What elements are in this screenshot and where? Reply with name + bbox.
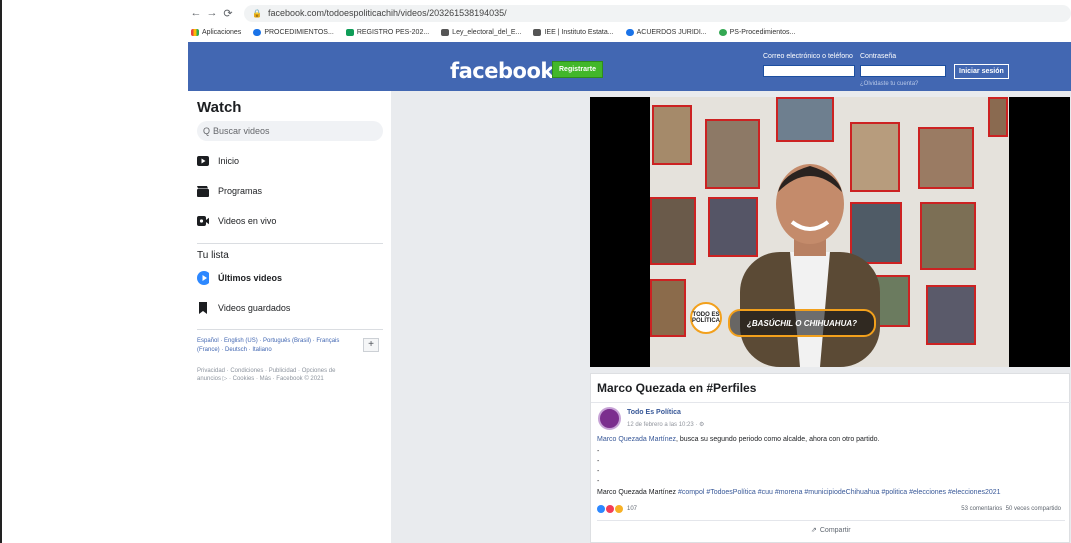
watch-sidebar: Watch Q Buscar videos Inicio Programas V… xyxy=(188,91,391,543)
reaction-summary[interactable]: 107 xyxy=(597,505,637,513)
building-icon xyxy=(441,29,450,36)
browser-chrome: ← → ⟳ 🔒 facebook.com/todoespoliticachih/… xyxy=(188,0,1071,42)
bookmark-item[interactable]: PROCEDIMIENTOS... xyxy=(253,29,334,36)
hashtag-links[interactable]: #compol #TodoesPolítica #cuu #morena #mu… xyxy=(678,489,1001,496)
lock-icon: 🔒 xyxy=(252,8,262,18)
back-arrow-icon[interactable]: ← xyxy=(188,7,204,19)
cloud-icon xyxy=(253,29,262,36)
facebook-logo[interactable]: facebook xyxy=(450,59,554,83)
like-icon xyxy=(597,505,605,513)
search-input[interactable]: Q Buscar videos xyxy=(197,121,383,141)
magazine-cover xyxy=(650,279,686,337)
search-icon: Q xyxy=(203,126,211,136)
magazine-cover xyxy=(918,127,974,189)
video-caption: ¿BASÚCHIL O CHIHUAHUA? xyxy=(728,309,876,337)
post-dash: - xyxy=(597,468,600,475)
sheets-icon xyxy=(345,29,354,36)
post-date: 12 de febrero a las 10:23 · ⚙ xyxy=(627,422,705,428)
sidebar-item-programas[interactable]: Programas xyxy=(197,185,262,197)
divider xyxy=(597,520,1065,521)
password-field[interactable] xyxy=(860,65,946,77)
post-hashtags: Marco Quezada Martínez #compol #TodoesPo… xyxy=(597,489,1001,496)
magazine-cover xyxy=(988,97,1008,137)
magazine-cover xyxy=(652,105,692,165)
channel-badge: TODO ES POLÍTICA xyxy=(690,302,722,334)
register-button[interactable]: Registrarte xyxy=(552,61,603,78)
play-circle-icon xyxy=(197,271,209,285)
sidebar-item-ultimos-videos[interactable]: Últimos videos xyxy=(197,271,282,285)
nav-row: ← → ⟳ 🔒 facebook.com/todoespoliticachih/… xyxy=(188,4,1071,22)
clapper-icon xyxy=(197,185,209,197)
your-list-heading: Tu lista xyxy=(197,250,229,261)
add-language-button[interactable]: + xyxy=(363,338,379,352)
apps-grid-icon xyxy=(191,29,199,36)
address-bar[interactable]: 🔒 facebook.com/todoespoliticachih/videos… xyxy=(244,4,1071,22)
share-icon: ⇗ xyxy=(811,527,817,534)
post-dash: - xyxy=(597,478,600,485)
avatar[interactable] xyxy=(598,407,621,430)
reload-icon[interactable]: ⟳ xyxy=(220,7,236,20)
magazine-cover xyxy=(650,197,696,265)
login-button[interactable]: Iniciar sesión xyxy=(954,64,1009,79)
bookmark-item[interactable]: Ley_electoral_del_E... xyxy=(441,29,521,36)
drive-icon xyxy=(718,29,727,36)
facebook-header: facebook Registrarte Correo electrónico … xyxy=(188,42,1071,91)
sidebar-item-inicio[interactable]: Inicio xyxy=(197,155,239,167)
bookmark-item[interactable]: REGISTRO PES-202... xyxy=(345,29,429,36)
reaction-count: 107 xyxy=(627,506,638,512)
play-icon xyxy=(197,155,209,167)
footer-links[interactable]: Privacidad · Condiciones · Publicidad · … xyxy=(197,367,347,383)
share-button[interactable]: ⇗ Compartir xyxy=(811,526,851,535)
building-icon xyxy=(533,29,542,36)
haha-icon xyxy=(615,505,623,513)
sidebar-item-videos-guardados[interactable]: Videos guardados xyxy=(197,302,290,314)
post-dash: - xyxy=(597,448,600,455)
video-post: Marco Quezada en #Perfiles Todo Es Polít… xyxy=(590,373,1071,543)
magazine-cover xyxy=(920,202,976,270)
engagement-counts[interactable]: 53 comentarios 50 veces compartido xyxy=(961,506,1061,512)
page-title: Watch xyxy=(197,99,242,116)
bookmark-item[interactable]: PS-Procedimientos... xyxy=(718,29,795,36)
forward-arrow-icon[interactable]: → xyxy=(204,7,220,19)
love-icon xyxy=(606,505,614,513)
video-frame: TODO ES POLÍTICA ¿BASÚCHIL O CHIHUAHUA? xyxy=(650,97,1009,367)
bookmarks-bar: Aplicaciones PROCEDIMIENTOS... REGISTRO … xyxy=(188,25,1071,40)
language-links[interactable]: Español · English (US) · Português (Bras… xyxy=(197,337,347,355)
post-text: Marco Quezada Martínez, busca su segundo… xyxy=(597,436,880,443)
email-label: Correo electrónico o teléfono xyxy=(763,53,853,60)
divider xyxy=(197,329,383,330)
search-placeholder: Buscar videos xyxy=(213,126,270,136)
post-dash: - xyxy=(597,458,600,465)
video-player[interactable]: TODO ES POLÍTICA ¿BASÚCHIL O CHIHUAHUA? xyxy=(590,97,1070,367)
magazine-cover xyxy=(776,97,834,142)
page-name-link[interactable]: Todo Es Política xyxy=(627,409,681,416)
url-text: facebook.com/todoespoliticachih/videos/2… xyxy=(267,8,507,18)
mention-link[interactable]: Marco Quezada Martínez xyxy=(597,436,676,443)
browser-window: ← → ⟳ 🔒 facebook.com/todoespoliticachih/… xyxy=(188,0,1071,543)
bookmark-item[interactable]: Aplicaciones xyxy=(191,29,241,36)
bookmark-icon xyxy=(197,302,209,314)
email-field[interactable] xyxy=(763,65,855,77)
cloud-icon xyxy=(625,29,634,36)
globe-icon: ⚙ xyxy=(699,422,705,428)
bookmark-item[interactable]: IEE | Instituto Estata... xyxy=(533,29,614,36)
live-video-icon xyxy=(197,215,209,227)
forgot-account-link[interactable]: ¿Olvidaste tu cuenta? xyxy=(860,81,918,87)
divider xyxy=(591,402,1071,403)
bookmark-item[interactable]: ACUERDOS JURIDI... xyxy=(625,29,707,36)
sidebar-item-videos-en-vivo[interactable]: Videos en vivo xyxy=(197,215,276,227)
magazine-cover xyxy=(926,285,976,345)
video-title: Marco Quezada en #Perfiles xyxy=(597,381,757,395)
password-label: Contraseña xyxy=(860,53,897,60)
divider xyxy=(197,243,383,244)
